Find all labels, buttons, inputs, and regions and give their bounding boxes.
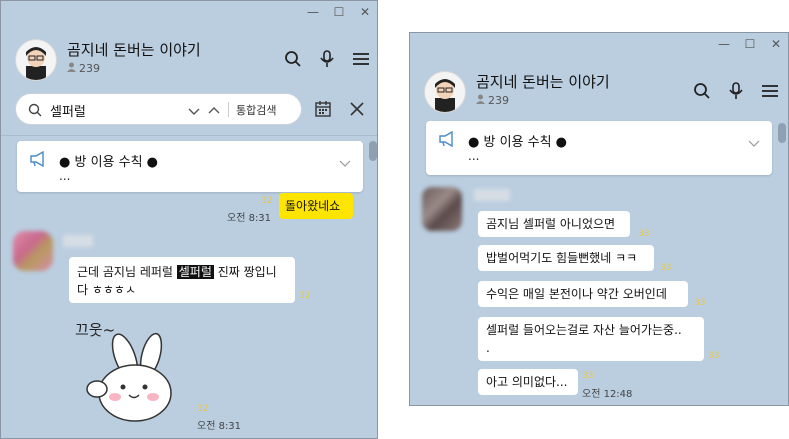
maximize-button[interactable]: ☐ (744, 36, 756, 52)
unread-count: 33 (708, 351, 720, 361)
message-time: 오전 8:31 (227, 213, 272, 224)
megaphone-icon (29, 150, 47, 171)
member-count: 239 (476, 94, 509, 107)
scrollbar-thumb[interactable] (778, 123, 786, 143)
chevron-down-icon[interactable] (188, 102, 200, 121)
message-text: . (486, 341, 490, 355)
message-time: 오전 8:31 (197, 421, 242, 432)
room-title: 곰지네 돈버는 이야기 (67, 41, 201, 59)
close-search-icon[interactable] (349, 101, 365, 121)
received-message-bubble[interactable]: 셀퍼럴 들어오는걸로 자산 늘어가는중.. . (478, 317, 704, 361)
divider (1, 135, 377, 136)
unread-count: 32 (299, 291, 311, 301)
window-controls: — ☐ ✕ (307, 4, 371, 20)
microphone-icon[interactable] (317, 49, 337, 69)
maximize-button[interactable]: ☐ (333, 4, 345, 20)
unread-count: 32 (197, 404, 209, 414)
received-message-bubble[interactable]: 수익은 매일 본전이나 약간 오버인데 (478, 281, 688, 307)
divider (228, 102, 229, 117)
member-count-value: 239 (488, 94, 509, 107)
search-highlight: 셀퍼럴 (176, 265, 214, 279)
search-input[interactable]: 셀퍼럴 (50, 101, 86, 120)
unread-count: 33 (582, 371, 594, 381)
room-title: 곰지네 돈버는 이야기 (476, 73, 610, 91)
message-text: 셀퍼럴 들어오는걸로 자산 늘어가는중.. (486, 323, 682, 337)
member-count-value: 239 (79, 62, 100, 75)
chat-window-right: — ☐ ✕ 곰지네 돈버는 이야기 239 ● 방 이용 수칙 ● ... 곰지… (409, 32, 789, 406)
sticker[interactable]: 끄웃~ (73, 317, 203, 427)
unread-count: 33 (694, 298, 706, 308)
notice-banner[interactable]: ● 방 이용 수칙 ● ... (426, 121, 772, 175)
sender-name-blurred (63, 235, 93, 247)
received-message-bubble[interactable]: 곰지님 셀퍼럴 아니었으면 (478, 211, 630, 237)
header-icons (283, 49, 371, 69)
chevron-down-icon[interactable] (339, 153, 351, 172)
notice-desc: ... (59, 169, 71, 183)
received-message-bubble[interactable]: 근데 곰지님 레퍼럴 셀퍼럴 진짜 짱입니다 ㅎㅎㅎㅅ (69, 257, 295, 303)
megaphone-icon (438, 130, 456, 151)
search-icon[interactable] (692, 81, 712, 101)
person-icon (476, 94, 485, 107)
minimize-button[interactable]: — (718, 36, 730, 52)
notice-title: ● 방 이용 수칙 ● (59, 155, 159, 170)
chat-window-left: — ☐ ✕ 곰지네 돈버는 이야기 239 셀퍼럴 통합검색 ● 방 이용 수칙… (0, 0, 378, 439)
notice-banner[interactable]: ● 방 이용 수칙 ● ... (17, 141, 363, 192)
search-icon[interactable] (283, 49, 303, 69)
sender-avatar[interactable] (422, 187, 462, 231)
unread-count: 32 (261, 196, 273, 206)
message-text: 근데 곰지님 레퍼럴 (77, 265, 177, 279)
combined-search-button[interactable]: 통합검색 (236, 102, 276, 118)
received-message-bubble[interactable]: 아고 의미없다... (478, 369, 578, 395)
search-icon (28, 102, 42, 121)
room-avatar[interactable] (15, 39, 57, 81)
minimize-button[interactable]: — (307, 4, 319, 20)
my-message-bubble[interactable]: 돌아왔네쇼 (279, 193, 353, 219)
close-window-button[interactable]: ✕ (770, 36, 782, 52)
chevron-up-icon[interactable] (208, 102, 220, 121)
message-time: 오전 12:48 (582, 389, 633, 400)
sender-name-blurred (474, 189, 510, 201)
search-bar: 셀퍼럴 통합검색 (15, 93, 302, 125)
room-avatar[interactable] (424, 71, 466, 113)
microphone-icon[interactable] (726, 81, 746, 101)
scrollbar-thumb[interactable] (369, 141, 377, 161)
unread-count: 33 (660, 263, 672, 273)
chevron-down-icon[interactable] (748, 133, 760, 152)
member-count: 239 (67, 62, 100, 75)
person-icon (67, 62, 76, 75)
header-icons (692, 81, 780, 101)
close-window-button[interactable]: ✕ (359, 4, 371, 20)
sender-avatar[interactable] (13, 231, 53, 271)
menu-icon[interactable] (760, 81, 780, 101)
window-controls: — ☐ ✕ (718, 36, 782, 52)
unread-count: 33 (638, 229, 650, 239)
notice-desc: ... (468, 149, 480, 163)
notice-title: ● 방 이용 수칙 ● (468, 135, 568, 150)
calendar-icon[interactable] (314, 100, 332, 122)
menu-icon[interactable] (351, 49, 371, 69)
received-message-bubble[interactable]: 밥벌어먹기도 힘들뻔했네 ㅋㅋ (478, 245, 654, 271)
